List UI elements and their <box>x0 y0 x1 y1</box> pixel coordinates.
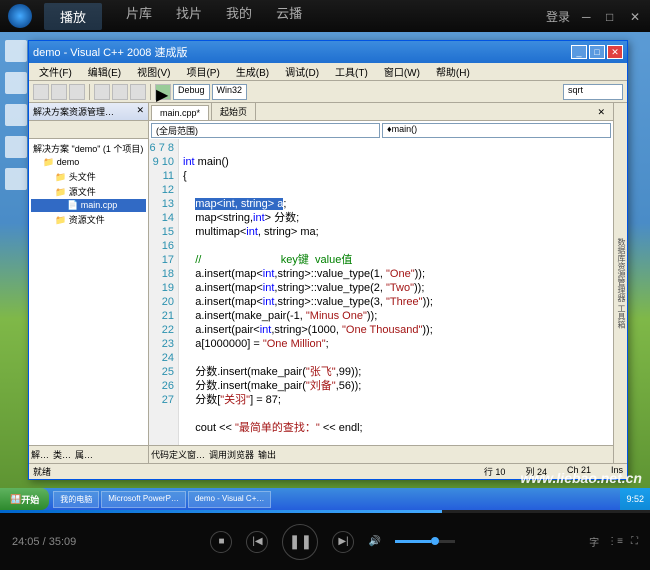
close-icon[interactable]: ✕ <box>630 10 642 22</box>
vs-titlebar[interactable]: demo - Visual C++ 2008 速成版 _ □ ✕ <box>29 41 627 63</box>
nav-library[interactable]: 片库 <box>126 3 152 30</box>
player-controls: 24:05 / 35:09 ■ |◀ ❚❚ ▶| 🔊 字 ⋮≡ ⛶ <box>0 513 650 570</box>
playlist-icon[interactable]: ⋮≡ <box>607 536 623 547</box>
tab-output[interactable]: 输出 <box>258 448 276 461</box>
panel-close-icon[interactable]: ✕ <box>136 105 144 118</box>
menu-file[interactable]: 文件(F) <box>33 63 78 80</box>
player-titlebar: 播放 片库 找片 我的 云播 登录 ─ □ ✕ <box>0 0 650 32</box>
editor-tabs: main.cpp* 起始页 ✕ <box>149 103 613 121</box>
vs-toolbar: ▶ Debug Win32 sqrt <box>29 81 627 103</box>
menu-window[interactable]: 窗口(W) <box>378 63 426 80</box>
vs-maximize-icon[interactable]: □ <box>589 45 605 59</box>
desktop-icon[interactable] <box>4 168 28 192</box>
taskbar-item[interactable]: demo - Visual C+… <box>188 491 271 508</box>
login-link[interactable]: 登录 <box>546 8 570 25</box>
nav-mine[interactable]: 我的 <box>226 3 252 30</box>
xp-taskbar: 🪟 开始 我的电脑 Microsoft PowerP… demo - Visua… <box>0 488 650 510</box>
line-gutter: 6 7 8 9 10 11 12 13 14 15 16 17 18 19 20… <box>149 139 179 445</box>
output-tabs: 代码定义窗… 调用浏览器 输出 <box>149 445 613 463</box>
menu-build[interactable]: 生成(B) <box>230 63 275 80</box>
tray-time: 9:52 <box>626 494 644 504</box>
tab-class[interactable]: 类… <box>53 448 71 461</box>
fullscreen-icon[interactable]: ⛶ <box>631 536 638 547</box>
desktop-icons <box>4 40 28 192</box>
solution-toolbar <box>29 121 148 139</box>
menu-tools[interactable]: 工具(T) <box>329 63 374 80</box>
player-logo-icon <box>8 4 32 28</box>
maximize-icon[interactable]: □ <box>606 10 618 22</box>
toolbar-button[interactable] <box>69 84 85 100</box>
nav-cloud[interactable]: 云播 <box>276 3 302 30</box>
minimize-icon[interactable]: ─ <box>582 10 594 22</box>
folder-resources[interactable]: 📁 资源文件 <box>31 212 146 227</box>
tab-startpage[interactable]: 起始页 <box>211 102 256 120</box>
config-combo[interactable]: Debug <box>173 84 210 100</box>
toolbar-button[interactable] <box>33 84 49 100</box>
watermark: www.liebao.net.cn <box>520 470 642 486</box>
nav-play[interactable]: 播放 <box>44 3 102 30</box>
status-line: 行 10 <box>484 465 506 478</box>
progress-bar[interactable] <box>0 510 650 513</box>
stop-button[interactable]: ■ <box>210 531 232 553</box>
code-editor[interactable]: 6 7 8 9 10 11 12 13 14 15 16 17 18 19 20… <box>149 139 613 445</box>
desktop-icon[interactable] <box>4 136 28 160</box>
toolbar-button[interactable] <box>130 84 146 100</box>
toolbar-button[interactable] <box>112 84 128 100</box>
taskbar-item[interactable]: 我的电脑 <box>53 491 99 508</box>
xp-desktop: demo - Visual C++ 2008 速成版 _ □ ✕ 文件(F) 编… <box>0 32 650 510</box>
menu-edit[interactable]: 编辑(E) <box>82 63 127 80</box>
vs-title-text: demo - Visual C++ 2008 速成版 <box>33 44 187 60</box>
function-combo[interactable]: ♦main() <box>382 123 611 138</box>
project-node[interactable]: 📁 demo <box>31 156 146 169</box>
taskbar-item[interactable]: Microsoft PowerP… <box>101 491 186 508</box>
solution-tree[interactable]: 解决方案 "demo" (1 个项目) 📁 demo 📁 头文件 📁 源文件 📄… <box>29 139 148 445</box>
next-button[interactable]: ▶| <box>332 531 354 553</box>
player-nav: 播放 片库 找片 我的 云播 <box>44 3 302 30</box>
volume-icon[interactable]: 🔊 <box>368 536 380 547</box>
subtitle-button[interactable]: 字 <box>589 534 599 549</box>
nav-search[interactable]: 找片 <box>176 3 202 30</box>
solution-panel-title: 解决方案资源管理… ✕ <box>29 103 148 121</box>
folder-sources[interactable]: 📁 源文件 <box>31 184 146 199</box>
solution-explorer: 解决方案资源管理… ✕ 解决方案 "demo" (1 个项目) 📁 demo 📁… <box>29 103 149 463</box>
editor-panel: main.cpp* 起始页 ✕ (全局范围) ♦main() 6 7 8 9 1… <box>149 103 613 463</box>
toolbar-button[interactable] <box>51 84 67 100</box>
menu-view[interactable]: 视图(V) <box>131 63 176 80</box>
prev-button[interactable]: |◀ <box>246 531 268 553</box>
start-button[interactable]: 🪟 开始 <box>0 488 49 510</box>
sidebar-strip[interactable]: 数据库资源管理器 工具箱 <box>613 103 627 463</box>
pause-button[interactable]: ❚❚ <box>282 524 318 560</box>
tab-close-icon[interactable]: ✕ <box>591 105 611 120</box>
vs-menubar: 文件(F) 编辑(E) 视图(V) 项目(P) 生成(B) 调试(D) 工具(T… <box>29 63 627 81</box>
solution-node[interactable]: 解决方案 "demo" (1 个项目) <box>31 141 146 156</box>
tab-props[interactable]: 属… <box>75 448 93 461</box>
vs-minimize-icon[interactable]: _ <box>571 45 587 59</box>
video-area: demo - Visual C++ 2008 速成版 _ □ ✕ 文件(F) 编… <box>0 32 650 510</box>
tab-solution[interactable]: 解… <box>31 448 49 461</box>
find-combo[interactable]: sqrt <box>563 84 623 100</box>
status-ready: 就绪 <box>33 465 51 478</box>
file-main-cpp[interactable]: 📄 main.cpp <box>31 199 146 212</box>
time-display: 24:05 / 35:09 <box>12 536 76 548</box>
code-content[interactable]: int main() { map<int, string> a; map<str… <box>179 139 613 445</box>
desktop-icon[interactable] <box>4 40 28 64</box>
toolbar-button[interactable] <box>94 84 110 100</box>
folder-headers[interactable]: 📁 头文件 <box>31 169 146 184</box>
platform-combo[interactable]: Win32 <box>212 84 248 100</box>
volume-slider[interactable] <box>395 540 455 543</box>
scope-combo[interactable]: (全局范围) <box>151 123 380 138</box>
tab-callbrowser[interactable]: 调用浏览器 <box>209 448 254 461</box>
tab-main-cpp[interactable]: main.cpp* <box>151 105 209 120</box>
menu-project[interactable]: 项目(P) <box>180 63 225 80</box>
solution-tabs: 解… 类… 属… <box>29 445 148 463</box>
menu-help[interactable]: 帮助(H) <box>430 63 476 80</box>
run-button[interactable]: ▶ <box>155 84 171 100</box>
menu-debug[interactable]: 调试(D) <box>279 63 325 80</box>
desktop-icon[interactable] <box>4 72 28 96</box>
system-tray[interactable]: 9:52 <box>620 488 650 510</box>
tab-codedef[interactable]: 代码定义窗… <box>151 448 205 461</box>
desktop-icon[interactable] <box>4 104 28 128</box>
vs-close-icon[interactable]: ✕ <box>607 45 623 59</box>
vs-window: demo - Visual C++ 2008 速成版 _ □ ✕ 文件(F) 编… <box>28 40 628 480</box>
